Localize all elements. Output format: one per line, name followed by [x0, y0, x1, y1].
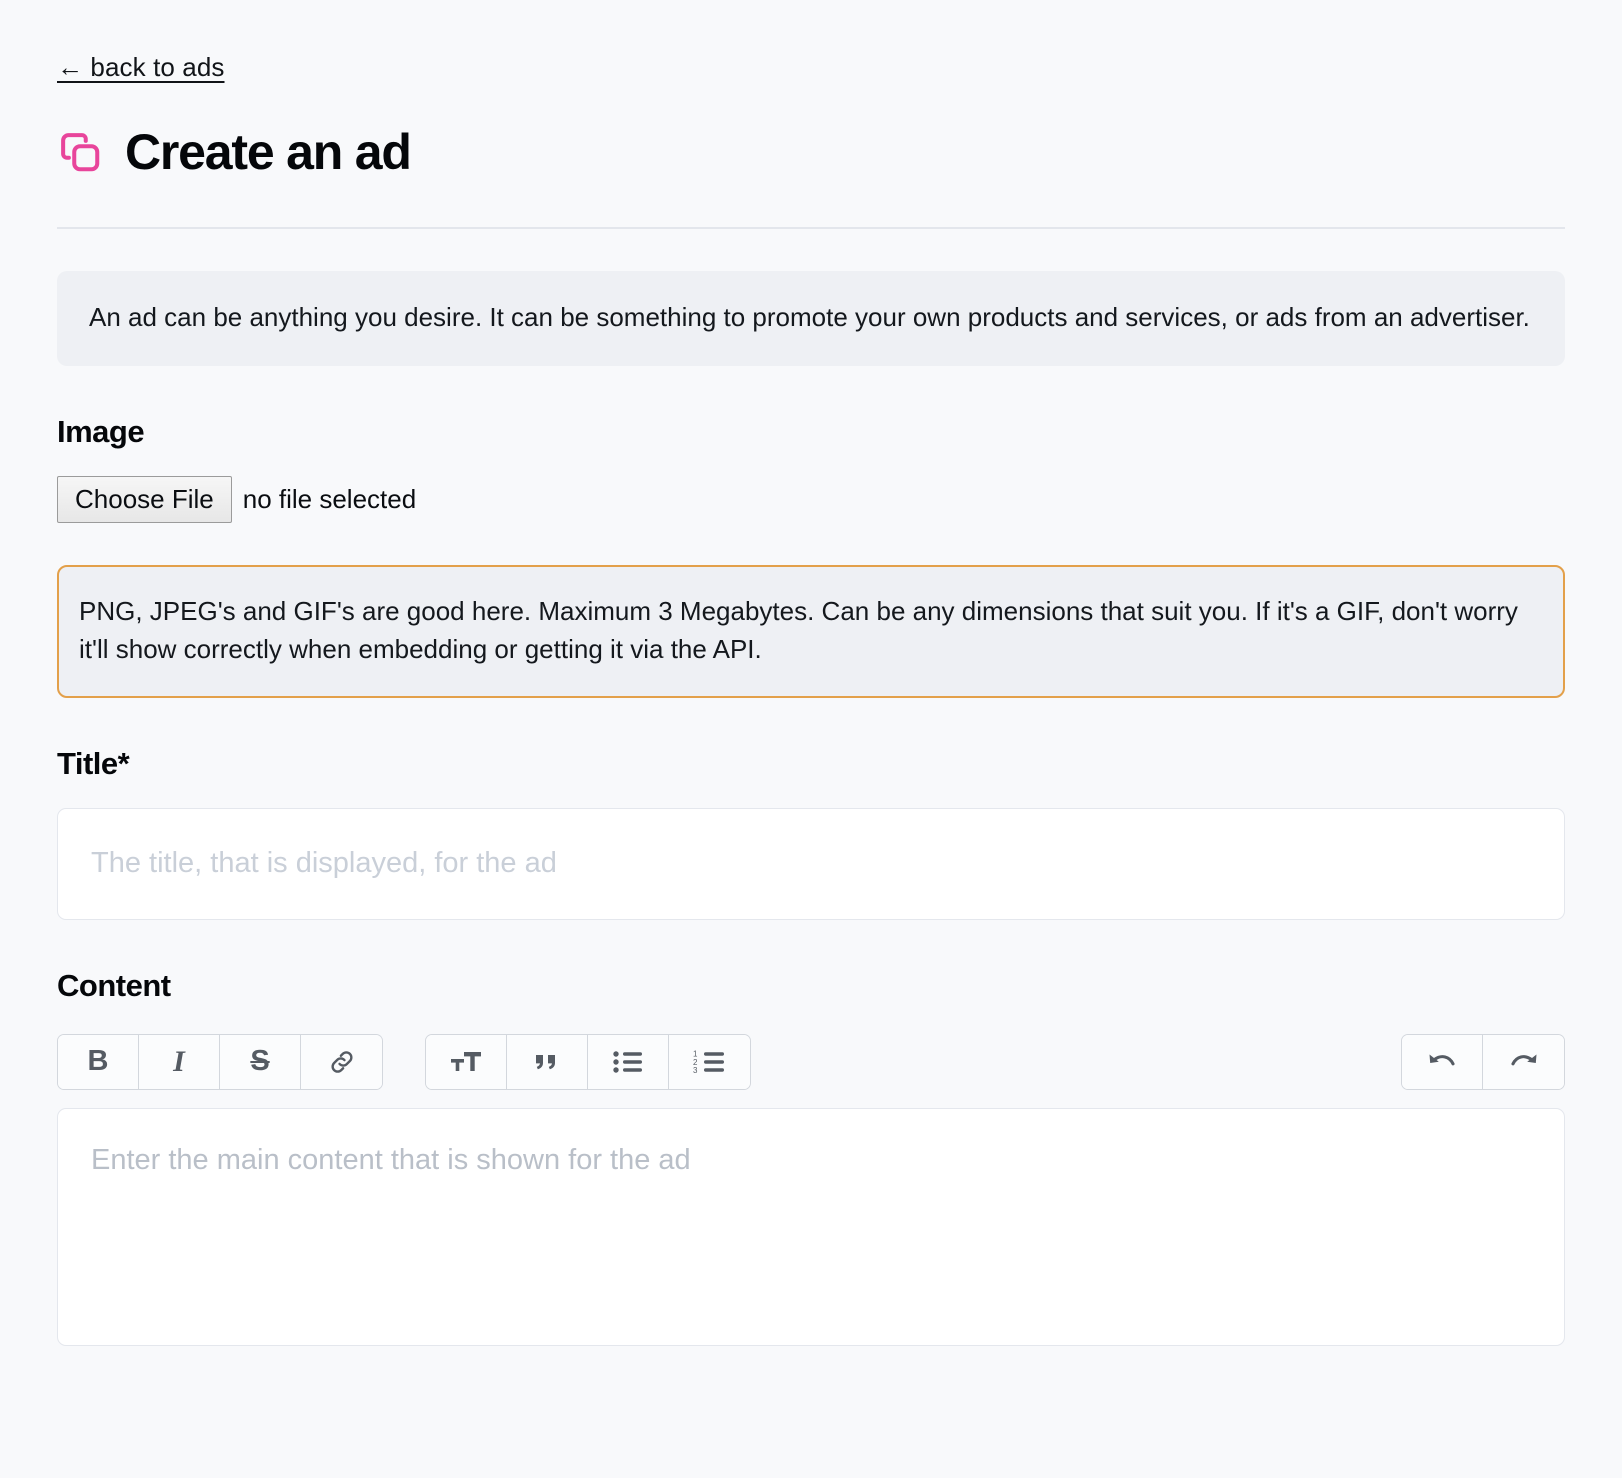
strikethrough-icon: S [250, 1045, 270, 1078]
page-title: Create an ad [125, 124, 412, 181]
blockquote-icon [532, 1049, 562, 1075]
heading-text-size-icon [449, 1047, 483, 1077]
bullet-list-button[interactable] [588, 1034, 669, 1089]
intro-callout: An ad can be anything you desire. It can… [57, 271, 1565, 366]
undo-button[interactable] [1402, 1034, 1483, 1089]
bold-button[interactable]: B [58, 1034, 139, 1089]
content-section-label: Content [57, 967, 171, 1003]
file-input-row: Choose File no file selected [57, 475, 1565, 523]
back-to-ads-link[interactable]: ← back to ads [57, 52, 225, 83]
title-section-label: Title* [57, 745, 130, 781]
redo-button[interactable] [1483, 1034, 1564, 1089]
italic-button[interactable]: I [139, 1034, 220, 1089]
editor-toolbar: B I S 1 2 3 [57, 1033, 1565, 1090]
image-section-label: Image [57, 413, 145, 449]
toolbar-group-history [1401, 1033, 1565, 1090]
page-header: Create an ad [57, 127, 1565, 177]
svg-text:3: 3 [693, 1066, 698, 1075]
heading-button[interactable] [426, 1034, 507, 1089]
quote-button[interactable] [507, 1034, 588, 1089]
undo-icon [1426, 1049, 1458, 1075]
strikethrough-button[interactable]: S [220, 1034, 301, 1089]
content-textarea[interactable] [57, 1107, 1565, 1346]
copy-duplicate-icon [57, 129, 103, 175]
create-ad-page: ← back to ads Create an ad An ad can be … [0, 0, 1622, 1478]
toolbar-group-formatting: B I S [57, 1033, 383, 1090]
image-help-callout: PNG, JPEG's and GIF's are good here. Max… [57, 564, 1565, 698]
file-status-text: no file selected [242, 483, 417, 514]
redo-icon [1508, 1049, 1540, 1075]
numbered-list-icon: 1 2 3 [693, 1049, 726, 1075]
toolbar-group-blocks: 1 2 3 [425, 1033, 751, 1090]
link-button[interactable] [301, 1034, 382, 1089]
bullet-list-icon [612, 1049, 644, 1075]
numbered-list-button[interactable]: 1 2 3 [669, 1034, 750, 1089]
choose-file-button[interactable]: Choose File [57, 475, 232, 523]
title-input[interactable] [57, 807, 1565, 920]
italic-icon: I [173, 1044, 185, 1078]
bold-icon: B [87, 1045, 109, 1078]
link-icon [327, 1047, 357, 1077]
header-divider [57, 227, 1565, 230]
